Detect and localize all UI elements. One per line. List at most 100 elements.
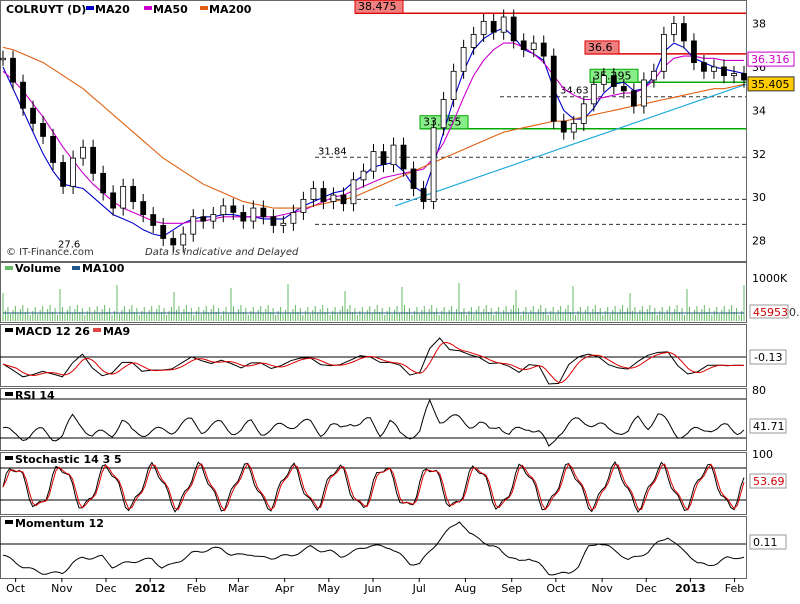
candle-body (480, 20, 487, 35)
resistance-label: 36.6 (588, 41, 613, 54)
x-tick-label: Sep (501, 582, 522, 595)
x-tick-label: 2012 (135, 582, 166, 595)
macd-legend-swatch (5, 328, 13, 332)
x-tick-label: Oct (6, 582, 26, 595)
candle-body (60, 162, 66, 187)
x-tick-label: Jun (363, 582, 381, 595)
candle-body (370, 151, 377, 172)
candle-body (590, 83, 597, 105)
stoch-legend-swatch (5, 456, 13, 460)
candle-body (440, 99, 447, 129)
price-tick-label: 34 (752, 104, 766, 117)
candle-body (290, 212, 297, 224)
macd-last-value: -0.13 (754, 351, 782, 364)
candle-body (20, 81, 26, 109)
ma100-legend-swatch (72, 266, 80, 270)
volume-last-value: 45953 (753, 306, 788, 319)
candle-body (90, 146, 97, 174)
candle-body (420, 188, 427, 202)
candle-body (120, 185, 127, 209)
candle-body (530, 42, 537, 50)
price-tick-label: 28 (752, 235, 766, 248)
candle-body (50, 136, 56, 163)
data-disclaimer: Data is Indicative and Delayed (145, 247, 299, 258)
candle-body (170, 238, 177, 246)
resistance-label: 38.475 (358, 0, 397, 13)
candle-body (220, 205, 227, 215)
momentum-title: Momentum 12 (15, 517, 104, 530)
candle-body (210, 214, 217, 222)
last-price-value: 35.405 (751, 78, 790, 91)
candle-body (570, 123, 577, 133)
candle-body (110, 192, 117, 209)
x-tick-label: Aug (455, 582, 476, 595)
candle-body (130, 185, 137, 202)
candle-body (280, 222, 287, 226)
candle-body (360, 170, 367, 181)
candle-body (731, 73, 737, 77)
volume-title: Volume (15, 262, 61, 275)
x-tick-label: 2013 (675, 582, 706, 595)
x-tick-label: Jul (412, 582, 426, 595)
candle-body (410, 168, 417, 189)
candle-body (40, 123, 46, 137)
x-tick-label: Mar (228, 582, 249, 595)
ma50-legend-label: MA50 (153, 3, 188, 16)
candle-body (460, 47, 467, 72)
rsi-last-value: 41.71 (753, 420, 785, 433)
x-tick-label: Oct (546, 582, 566, 595)
candle-body (190, 216, 197, 235)
momentum-last-value: 0.11 (753, 536, 778, 549)
candle-body (330, 194, 337, 202)
candle-body (560, 120, 567, 133)
candle-body (200, 216, 207, 222)
candle-body (70, 157, 76, 187)
candle-body (320, 188, 327, 202)
ma50-legend-swatch (144, 6, 152, 10)
candle-body (691, 40, 697, 64)
rsi-legend-swatch (5, 392, 13, 396)
candle-body (490, 20, 497, 33)
candle-body (140, 201, 147, 215)
candle-body (270, 216, 277, 226)
momentum-legend-swatch (5, 520, 13, 524)
candle-body (230, 205, 237, 213)
candle-body (430, 127, 437, 202)
candle-body (711, 66, 717, 72)
volume-scale-label: 1000K (752, 272, 788, 285)
ma200-legend-swatch (200, 6, 208, 10)
ma-last-value: 36.316 (751, 53, 790, 66)
x-tick-label: Nov (51, 582, 73, 595)
candle-body (100, 172, 107, 194)
x-tick-label: Dec (95, 582, 116, 595)
candle-body (701, 62, 707, 72)
macd-title: MACD 12 26 (15, 325, 90, 338)
candle-body (380, 151, 387, 166)
candle-body (640, 79, 647, 107)
candle-body (620, 86, 627, 92)
candle-body (721, 66, 727, 77)
candle-body (580, 103, 587, 124)
ma100-label: MA100 (82, 262, 125, 275)
candle-body (150, 214, 157, 226)
stoch-last-value: 53.69 (753, 475, 785, 488)
candle-body (610, 75, 617, 87)
candle-body (540, 42, 547, 57)
candle-body (550, 55, 557, 122)
candle-body (741, 73, 747, 81)
candle-body (390, 144, 397, 166)
candle-body (600, 75, 607, 85)
candle-body (500, 16, 507, 33)
chart-window: COLRUYT (D) MA20 MA50 MA200 38.475 36.6 35… (0, 0, 800, 600)
volume-legend-swatch (5, 266, 13, 270)
candle-body (510, 16, 517, 42)
x-tick-label: Apr (275, 582, 295, 595)
x-tick-label: Nov (591, 582, 613, 595)
candle-body (80, 146, 87, 159)
stock-chart: COLRUYT (D) MA20 MA50 MA200 38.475 36.6 35… (0, 0, 800, 600)
price-tick-label: 32 (752, 148, 766, 161)
candle-body (160, 225, 167, 239)
candle-body (240, 212, 247, 222)
price-tick-label: 30 (752, 191, 766, 204)
candle-body (180, 233, 187, 246)
